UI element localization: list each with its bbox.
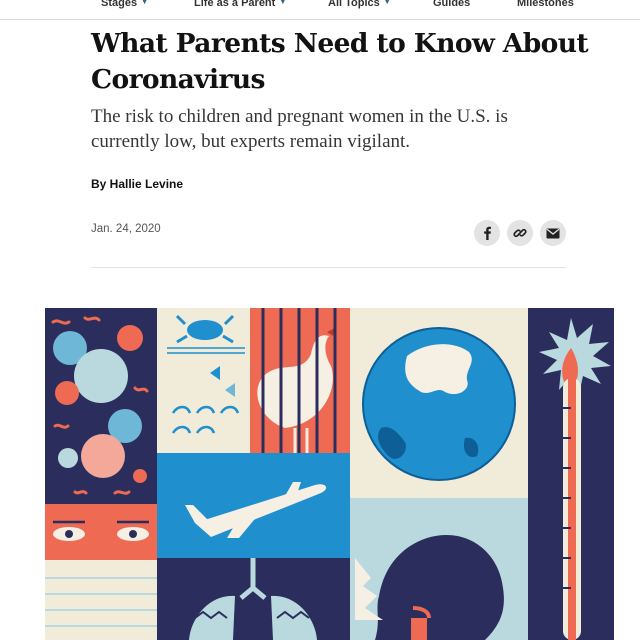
share-email-button[interactable]	[540, 220, 566, 246]
nav-item-label: Milestones	[517, 0, 574, 9]
nav-item-life-as-a-parent[interactable]: Life as a Parent ▼	[194, 0, 286, 9]
email-icon	[546, 228, 560, 238]
facebook-icon	[484, 226, 491, 240]
globe-panel	[350, 308, 528, 498]
chicken-panel	[250, 308, 350, 453]
article-headline: What Parents Need to Know About Coronavi…	[91, 28, 589, 95]
thermometer-panel	[528, 308, 614, 640]
virus-cells-panel	[45, 308, 157, 504]
airplane-panel	[157, 453, 350, 558]
chevron-down-icon: ▼	[141, 0, 149, 6]
head-silhouette-panel	[350, 498, 528, 640]
share-facebook-button[interactable]	[474, 220, 500, 246]
link-icon	[513, 228, 527, 238]
seafood-panel	[157, 308, 250, 453]
lungs-panel	[157, 558, 350, 640]
lined-sheet-panel	[45, 560, 157, 640]
article-summary: The risk to children and pregnant women …	[91, 106, 508, 152]
face-panel	[45, 504, 157, 560]
chevron-down-icon: ▼	[279, 0, 287, 6]
coronavirus-collage-illustration	[45, 308, 614, 640]
article-byline[interactable]: By Hallie Levine	[91, 177, 183, 191]
section-nav: Stages ▼ Life as a Parent ▼ All Topics ▼ Gu…	[0, 0, 640, 20]
nav-item-stages[interactable]: Stages ▼	[101, 0, 148, 9]
nav-item-milestones[interactable]: Milestones	[517, 0, 574, 9]
nav-item-label: Life as a Parent	[194, 0, 276, 9]
nav-item-label: Guides	[433, 0, 471, 9]
header-divider	[91, 267, 566, 268]
article-illustration	[45, 308, 614, 640]
nav-item-guides[interactable]: Guides	[433, 0, 470, 9]
share-link-button[interactable]	[507, 220, 533, 246]
nav-item-label: All Topics	[328, 0, 380, 9]
article-date: Jan. 24, 2020	[91, 223, 161, 235]
chevron-down-icon: ▼	[383, 0, 391, 6]
nav-item-label: Stages	[101, 0, 138, 9]
nav-item-all-topics[interactable]: All Topics ▼	[328, 0, 391, 9]
